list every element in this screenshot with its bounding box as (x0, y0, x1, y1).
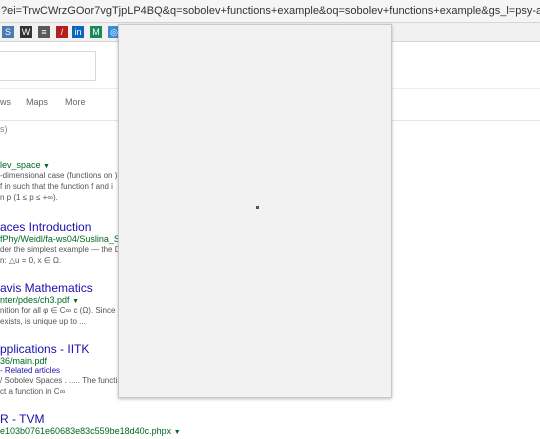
result-snippet-line: f in such that the function f and i (0, 182, 113, 191)
search-result: aces Introduction fPhy/Weidl/fa-ws04/Sus… (0, 220, 125, 266)
result-snippet-line: / Sobolev Spaces . ..... The functi (0, 376, 118, 385)
result-snippet-line: der the simplest example — the D (0, 245, 121, 254)
result-url[interactable]: 36/main.pdf (0, 356, 117, 366)
tab-maps[interactable]: Maps (26, 97, 48, 107)
result-snippet-line: -dimensional case (functions on ) (0, 171, 118, 180)
result-title[interactable]: avis Mathematics (0, 281, 115, 295)
bookmark-sd-icon[interactable]: ≡ (38, 26, 50, 38)
dropdown-arrow-icon[interactable]: ▼ (43, 163, 50, 170)
result-snippet-line: ct a function in C∞ (0, 387, 66, 396)
result-snippet-line: n: △u = 0, x ∈ Ω. (0, 256, 62, 265)
results-stats: s) (0, 124, 8, 134)
tab-news[interactable]: ws (0, 97, 11, 107)
search-input[interactable] (0, 51, 96, 81)
bookmark-pen-icon[interactable]: / (56, 26, 68, 38)
bookmark-green-icon[interactable]: M (90, 26, 102, 38)
result-url[interactable]: fPhy/Weidl/fa-ws04/Suslina_So (0, 234, 125, 244)
result-url[interactable]: lev_space ▼ (0, 160, 117, 170)
result-title[interactable]: aces Introduction (0, 220, 125, 234)
tab-more[interactable]: More (65, 97, 86, 107)
search-result: R - TVM e103b0761e60683e83c559be18d40c.p… (0, 412, 181, 436)
result-snippet-line: nition for all φ ∈ C∞ c (Ω). Since (0, 306, 116, 315)
bookmark-linkedin-icon[interactable]: in (72, 26, 84, 38)
result-snippet-line: exists, is unique up to ... (0, 317, 86, 326)
result-title[interactable]: R - TVM (0, 412, 181, 426)
address-bar[interactable]: ?ei=TrwCWrzGOor7vgTjpLP4BQ&q=sobolev+fun… (0, 0, 540, 23)
related-articles-link[interactable]: - Related articles (0, 366, 117, 375)
result-snippet-line: n p (1 ≤ p ≤ +∞). (0, 193, 58, 202)
result-title[interactable]: pplications - IITK (0, 342, 117, 356)
extension-popup[interactable] (118, 24, 392, 398)
search-result: lev_space ▼ -dimensional case (functions… (0, 160, 117, 203)
dropdown-arrow-icon[interactable]: ▼ (72, 298, 79, 305)
bookmark-s-icon[interactable]: S (2, 26, 14, 38)
result-url[interactable]: e103b0761e60683e83c559be18d40c.phpx ▼ (0, 426, 181, 436)
address-url[interactable]: ?ei=TrwCWrzGOor7vgTjpLP4BQ&q=sobolev+fun… (0, 5, 540, 17)
result-url[interactable]: nter/pdes/ch3.pdf ▼ (0, 295, 115, 305)
bookmark-w-icon[interactable]: W (20, 26, 32, 38)
search-result: avis Mathematics nter/pdes/ch3.pdf ▼ nit… (0, 281, 115, 327)
dropdown-arrow-icon[interactable]: ▼ (174, 429, 181, 436)
loading-cursor-icon (256, 206, 259, 209)
search-result: pplications - IITK 36/main.pdf - Related… (0, 342, 117, 397)
